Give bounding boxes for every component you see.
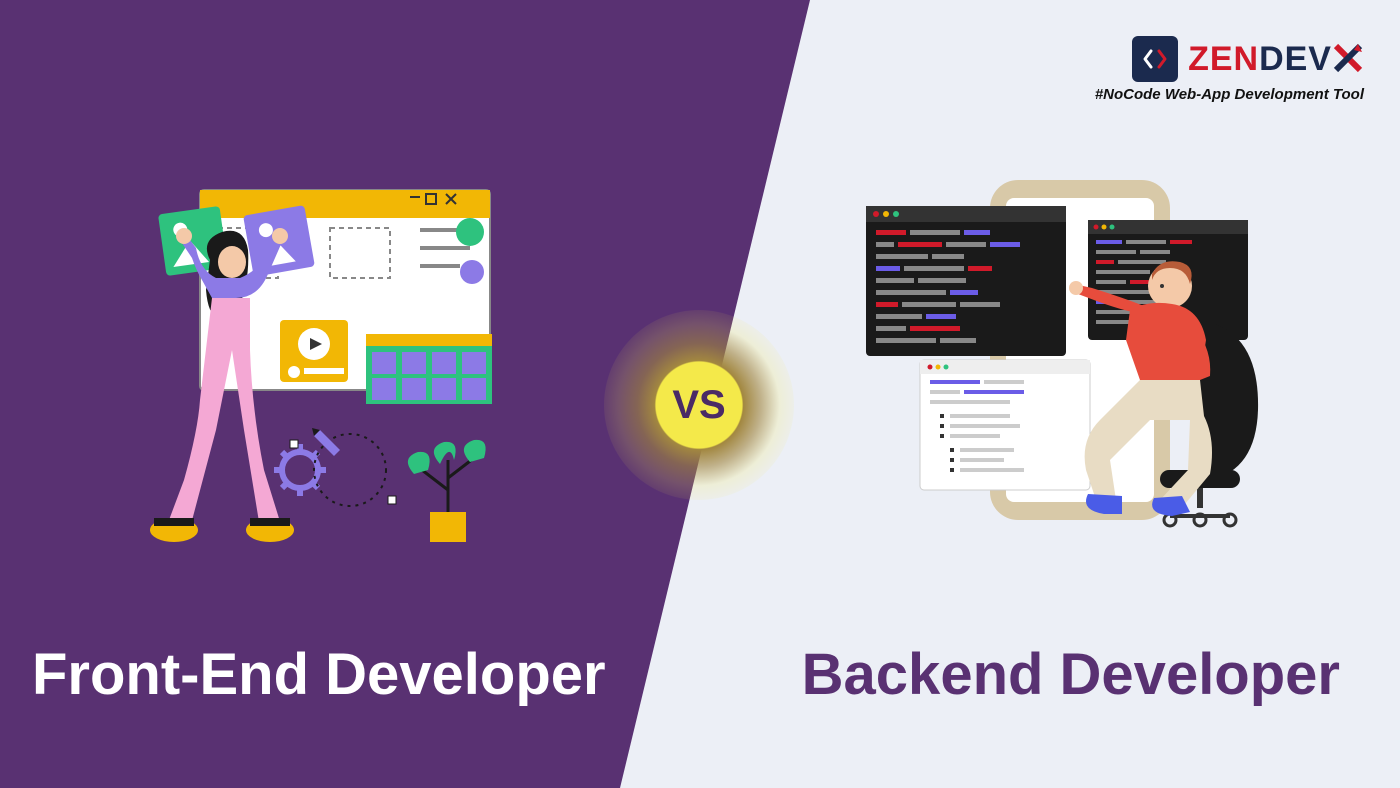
plant-icon: [408, 440, 486, 542]
gear-icon: [274, 444, 326, 496]
logo-block: ZENDEV #NoCode Web-App Development Tool: [1095, 36, 1364, 103]
logo-dev: DEV: [1259, 40, 1332, 78]
tagline: #NoCode Web-App Development Tool: [1095, 86, 1364, 103]
logo-zen: ZEN: [1188, 40, 1259, 78]
logo-mark-icon: [1132, 36, 1178, 82]
frontend-illustration: [140, 170, 540, 570]
logo-x: [1332, 40, 1364, 79]
vs-badge: VS: [604, 310, 794, 500]
title-frontend: Front-End Developer: [32, 641, 606, 708]
vs-text: VS: [672, 383, 725, 428]
logo-text: ZENDEV: [1188, 40, 1364, 79]
logo-row: ZENDEV: [1095, 36, 1364, 82]
title-backend: Backend Developer: [802, 641, 1340, 708]
backend-illustration: [860, 180, 1280, 540]
